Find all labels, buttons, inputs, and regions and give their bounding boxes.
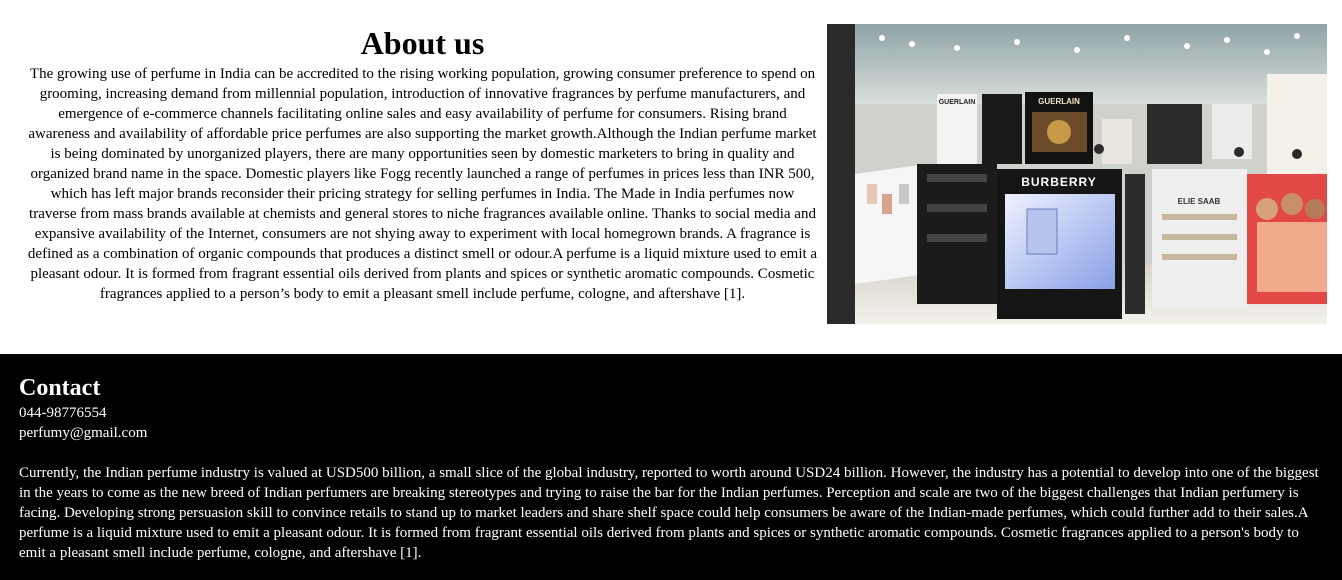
burberry-sign: BURBERRY xyxy=(1021,175,1097,189)
about-title: About us xyxy=(360,25,485,61)
perfume-store-image: GUERLAIN GUERLAIN BURBERRY ELIE SAAB xyxy=(827,24,1327,324)
elie-saab-sign: ELIE SAAB xyxy=(1178,197,1221,206)
guerlain-sign-left: GUERLAIN xyxy=(939,99,976,106)
contact-section: Contact 044-98776554 perfumy@gmail.com C… xyxy=(0,354,1342,580)
about-text-block: About us The growing use of perfume in I… xyxy=(27,24,818,304)
about-paragraph: The growing use of perfume in India can … xyxy=(27,66,818,302)
contact-title: Contact xyxy=(19,375,101,401)
contact-phone: 044-98776554 xyxy=(19,405,107,421)
contact-content: Contact 044-98776554 perfumy@gmail.com C… xyxy=(19,373,1329,563)
about-section: About us The growing use of perfume in I… xyxy=(0,0,1342,354)
contact-email: perfumy@gmail.com xyxy=(19,425,148,441)
guerlain-sign: GUERLAIN xyxy=(1038,97,1080,106)
contact-paragraph: Currently, the Indian perfume industry i… xyxy=(19,465,1319,561)
